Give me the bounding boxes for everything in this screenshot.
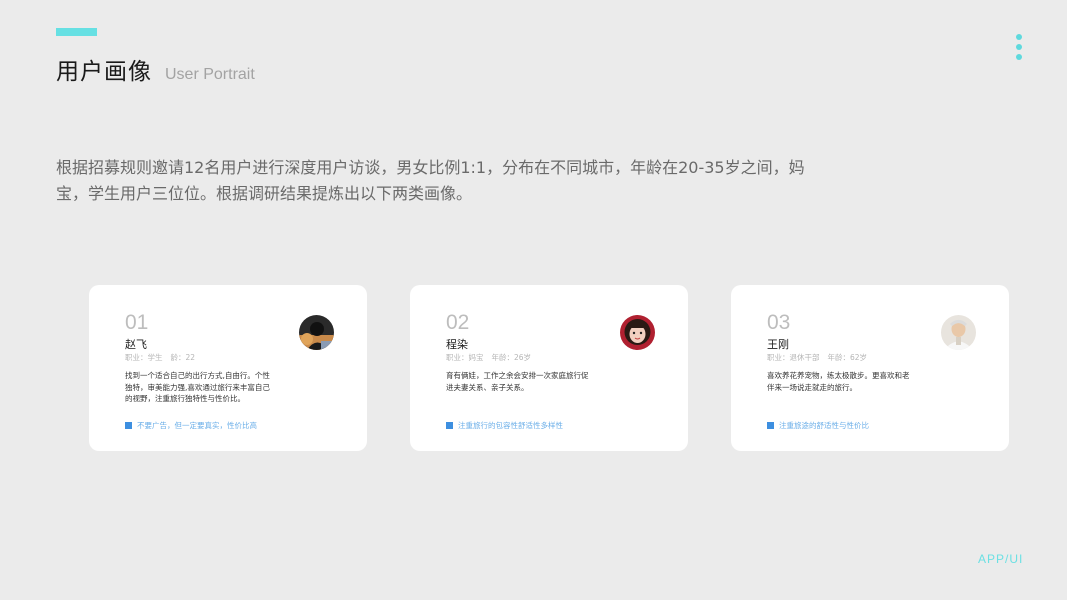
- male-student-avatar-icon: [299, 315, 334, 350]
- persona-description: 找到一个适合自己的出行方式,自由行。个性独特，审美能力强,喜欢通过旅行来丰富自己…: [125, 371, 270, 403]
- persona-description: 育有俩娃，工作之余会安排一次家庭旅行促进夫妻关系、亲子关系。: [446, 371, 589, 392]
- persona-description: 喜欢养花养宠物，练太极散步。更喜欢和老伴来一场说走就走的旅行。: [767, 371, 910, 392]
- persona-name: 王刚: [767, 338, 789, 351]
- persona-meta: 职业：学生 龄：22: [125, 352, 195, 363]
- persona-name: 程染: [446, 338, 468, 351]
- persona-tag: 不要广告，但一定要真实，性价比高: [125, 420, 257, 431]
- persona-tag-text: 注重旅行的包容性舒适性多样性: [458, 421, 563, 430]
- persona-name: 赵飞: [125, 338, 147, 351]
- persona-tag-text: 不要广告，但一定要真实，性价比高: [137, 421, 257, 430]
- tag-square-icon: [767, 422, 774, 429]
- page-title-en: User Portrait: [165, 66, 255, 83]
- intro-paragraph: 根据招募规则邀请12名用户进行深度用户访谈，男女比例1:1，分布在不同城市，年龄…: [56, 158, 805, 203]
- footer-label: APP/UI: [978, 552, 1024, 566]
- persona-age: 年龄：26岁: [491, 353, 532, 362]
- persona-card-2[interactable]: 02 程染 职业：妈宝 年龄：26岁 育有俩娃，工作之余会安排一次家庭旅行促进夫妻…: [410, 285, 688, 451]
- page-title: 用户画像 User Portrait: [56, 52, 255, 86]
- persona-number: 03: [767, 311, 791, 334]
- tag-square-icon: [125, 422, 132, 429]
- persona-number: 02: [446, 311, 470, 334]
- persona-meta: 职业：妈宝 年龄：26岁: [446, 352, 531, 363]
- persona-job: 职业：学生: [125, 353, 163, 362]
- persona-meta: 职业：退休干部 年龄：62岁: [767, 352, 867, 363]
- persona-age: 龄：22: [170, 353, 196, 362]
- persona-age: 年龄：62岁: [827, 353, 868, 362]
- elderly-man-avatar-icon: [941, 315, 976, 350]
- more-options-icon[interactable]: [1013, 34, 1025, 64]
- persona-job: 职业：妈宝: [446, 353, 484, 362]
- tag-square-icon: [446, 422, 453, 429]
- title-accent-bar: [56, 28, 97, 36]
- persona-tag-text: 注重旅途的舒适性与性价比: [779, 421, 869, 430]
- persona-job: 职业：退休干部: [767, 353, 820, 362]
- young-mother-avatar-icon: [620, 315, 655, 350]
- persona-tag: 注重旅行的包容性舒适性多样性: [446, 420, 563, 431]
- persona-number: 01: [125, 311, 149, 334]
- page-title-cn: 用户画像: [56, 59, 152, 85]
- persona-tag: 注重旅途的舒适性与性价比: [767, 420, 869, 431]
- persona-card-1[interactable]: 01 赵飞 职业：学生 龄：22 找到一个适合自己的出行方式,自由行。个性独特，审…: [89, 285, 367, 451]
- persona-card-3[interactable]: 03 王刚 职业：退休干部 年龄：62岁 喜欢养花养宠物，练太极散步。更喜欢和老伴…: [731, 285, 1009, 451]
